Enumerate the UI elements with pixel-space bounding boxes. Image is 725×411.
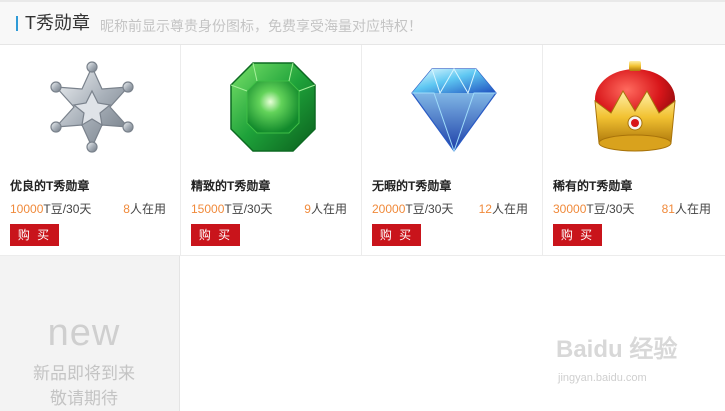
- watermark-logo: Baidu 经验: [556, 336, 678, 363]
- badge-name: 无暇的T秀勋章: [372, 179, 452, 193]
- price-unit: T豆/30天: [43, 202, 92, 216]
- price-unit: T豆/30天: [586, 202, 635, 216]
- buy-button[interactable]: 购 买: [10, 224, 59, 246]
- new-label: new: [47, 312, 121, 354]
- crown-icon: [594, 61, 676, 152]
- badge-users: 8人在用: [123, 201, 166, 217]
- watermark-url: jingyan.baidu.com: [558, 372, 647, 384]
- section-header: T秀勋章 昵称前显示尊贵身份图标，免费享受海量对应特权！: [0, 2, 725, 45]
- badge-card: 稀有的T秀勋章 30000T豆/30天 81人在用 购 买: [543, 45, 725, 256]
- diamond-icon: [411, 68, 497, 153]
- section-subtitle: 昵称前显示尊贵身份图标，免费享受海量对应特权！: [100, 18, 422, 34]
- badge-price: 30000T豆/30天: [553, 201, 634, 217]
- stay-tuned-text: 敬请期待: [50, 389, 118, 408]
- watermark: Baidu 经验 jingyan.baidu.com: [556, 335, 706, 395]
- users-count: 12: [478, 202, 492, 216]
- price-unit: T豆/30天: [405, 202, 454, 216]
- badge-price: 10000T豆/30天: [10, 201, 91, 217]
- star-badge-icon: [50, 61, 134, 153]
- price-amount: 10000: [10, 202, 44, 216]
- badge-users: 12人在用: [479, 201, 528, 217]
- section-title: T秀勋章: [25, 13, 90, 33]
- price-amount: 30000: [553, 202, 587, 216]
- coming-soon-text: 新品即将到来: [33, 364, 135, 383]
- users-unit: 人在用: [310, 202, 347, 216]
- users-unit: 人在用: [491, 202, 528, 216]
- buy-button[interactable]: 购 买: [372, 224, 421, 246]
- badge-name: 优良的T秀勋章: [10, 179, 90, 193]
- coming-soon-card: new 新品即将到来 敬请期待: [0, 256, 180, 411]
- buy-button[interactable]: 购 买: [553, 224, 602, 246]
- price-amount: 20000: [372, 202, 406, 216]
- users-unit: 人在用: [129, 202, 166, 216]
- badge-users: 9人在用: [304, 201, 347, 217]
- price-amount: 15000: [191, 202, 225, 216]
- badge-price: 15000T豆/30天: [191, 201, 272, 217]
- badge-name: 稀有的T秀勋章: [553, 179, 633, 193]
- users-count: 8: [123, 202, 130, 216]
- users-count: 9: [304, 202, 311, 216]
- badge-users: 81人在用: [662, 201, 711, 217]
- users-count: 81: [661, 202, 675, 216]
- badge-name: 精致的T秀勋章: [191, 179, 271, 193]
- emerald-icon: [230, 62, 316, 152]
- title-accent-bar: [16, 16, 18, 31]
- badge-price: 20000T豆/30天: [372, 201, 453, 217]
- badge-card: 无暇的T秀勋章 20000T豆/30天 12人在用 购 买: [362, 45, 543, 256]
- badge-card: 精致的T秀勋章 15000T豆/30天 9人在用 购 买: [181, 45, 362, 256]
- buy-button[interactable]: 购 买: [191, 224, 240, 246]
- users-unit: 人在用: [674, 202, 711, 216]
- badge-card: 优良的T秀勋章 10000T豆/30天 8人在用 购 买: [0, 45, 181, 256]
- price-unit: T豆/30天: [224, 202, 273, 216]
